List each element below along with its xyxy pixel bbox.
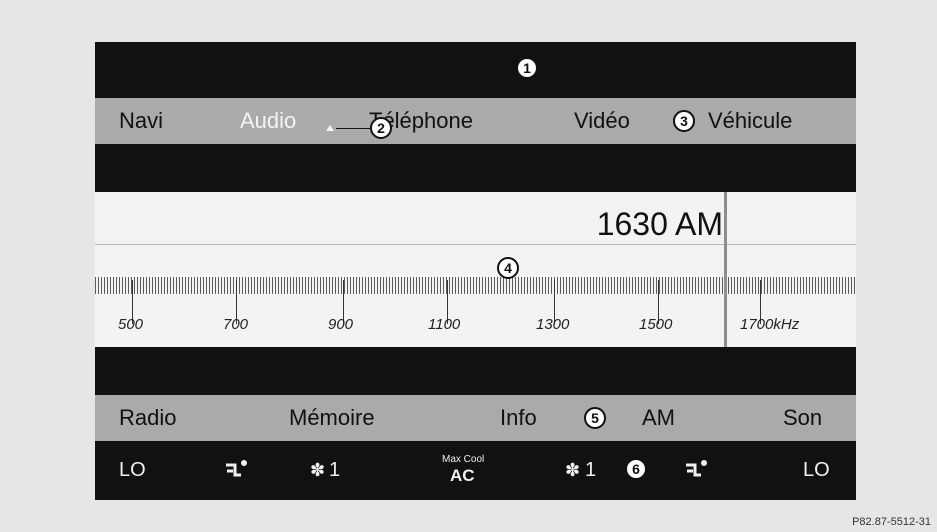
softkey-son[interactable]: Son <box>783 395 822 441</box>
right-fan-icon: ✽ <box>565 460 581 480</box>
climate-bar: LO ✽ 1 Max Cool AC ✽ 1 6 LO <box>95 444 856 500</box>
spacer-bar <box>95 347 856 392</box>
right-airflow-icon[interactable] <box>683 459 709 481</box>
callout-3: 3 <box>673 110 695 132</box>
scale-label-1300: 1300 <box>536 316 570 333</box>
left-airflow-icon[interactable] <box>223 459 249 481</box>
scale-label-1500: 1500 <box>639 316 673 333</box>
softkey-radio[interactable]: Radio <box>119 395 176 441</box>
spacer-bar <box>95 146 856 192</box>
menu-item-navi[interactable]: Navi <box>119 98 163 144</box>
tuning-needle[interactable] <box>724 192 727 347</box>
callout-6: 6 <box>625 458 647 480</box>
softkey-info[interactable]: Info <box>500 395 537 441</box>
softkey-bar: Radio Mémoire Info 5 AM Son <box>95 395 856 441</box>
menu-item-video[interactable]: Vidéo <box>574 98 630 144</box>
main-menu-bar: Navi Audio Téléphone Vidéo Véhicule 2 3 <box>95 98 856 144</box>
scale-label-500: 500 <box>118 316 144 333</box>
softkey-am[interactable]: AM <box>642 395 675 441</box>
active-indicator-icon <box>326 125 334 131</box>
callout-1: 1 <box>516 57 538 79</box>
menu-item-vehicule[interactable]: Véhicule <box>708 98 792 144</box>
scale-label-900: 900 <box>328 316 354 333</box>
callout-2-leader <box>336 128 370 129</box>
menu-item-audio[interactable]: Audio <box>240 98 296 144</box>
figure-caption: P82.87-5512-31 <box>852 516 931 528</box>
status-bar: 1 <box>95 42 856 94</box>
scale-label-700: 700 <box>223 316 249 333</box>
display-screen: 1 Navi Audio Téléphone Vidéo Véhicule 2 … <box>95 42 856 500</box>
tuner-panel[interactable]: 1630 AM 500 700 900 1100 1300 1500 1700k… <box>95 192 856 347</box>
callout-2: 2 <box>370 117 392 139</box>
scale-label-1100: 1100 <box>428 316 461 333</box>
left-fan-level[interactable]: 1 <box>329 459 340 482</box>
max-cool-label[interactable]: Max Cool <box>442 454 484 465</box>
ac-button[interactable]: AC <box>450 466 475 486</box>
right-temperature[interactable]: LO <box>803 459 830 482</box>
left-fan-icon: ✽ <box>310 460 326 480</box>
callout-4: 4 <box>497 257 519 279</box>
callout-5: 5 <box>584 407 606 429</box>
right-fan-level[interactable]: 1 <box>585 459 596 482</box>
left-temperature[interactable]: LO <box>119 459 146 482</box>
softkey-memoire[interactable]: Mémoire <box>289 395 375 441</box>
scale-label-1700khz: 1700kHz <box>740 316 800 333</box>
